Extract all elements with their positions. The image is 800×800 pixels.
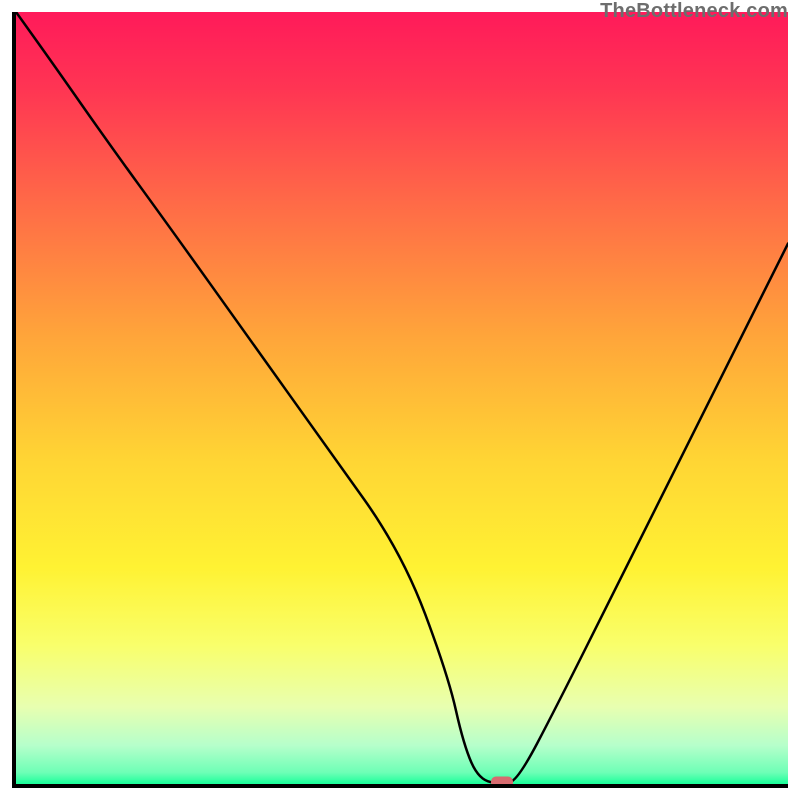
optimal-marker	[491, 777, 513, 788]
chart-container: TheBottleneck.com	[0, 0, 800, 800]
watermark-text: TheBottleneck.com	[600, 0, 788, 23]
plot-area	[12, 12, 788, 788]
bottleneck-curve	[16, 12, 788, 784]
